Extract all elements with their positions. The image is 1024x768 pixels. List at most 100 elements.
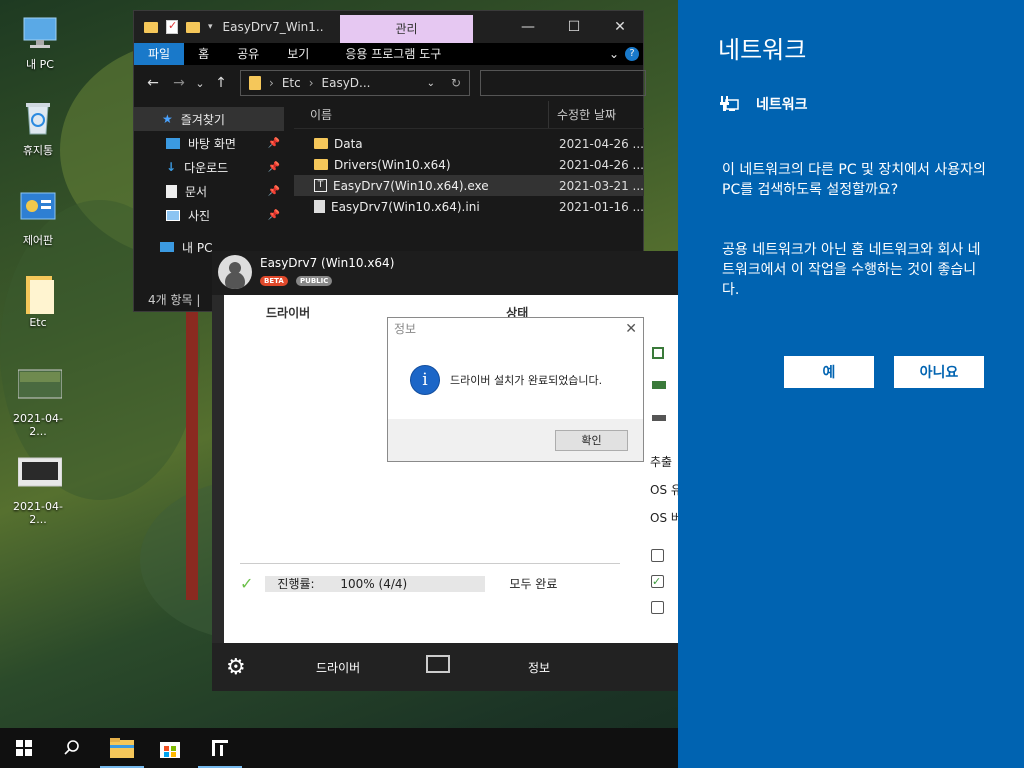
address-bar[interactable]: › Etc › EasyD... ⌄ ↻ [240, 70, 470, 96]
recent-locations-button[interactable]: ⌄ [192, 77, 208, 90]
minimize-button[interactable]: — [505, 11, 551, 43]
status-bar: 4개 항목 | [148, 293, 201, 307]
progress-status: 모두 완료 [509, 577, 558, 591]
chevron-down-icon[interactable]: ⌄ [609, 43, 619, 65]
ok-button[interactable]: 확인 [555, 430, 628, 451]
properties-icon[interactable]: ✓ [166, 19, 178, 34]
address-dropdown-icon[interactable]: ⌄ [427, 78, 435, 89]
tab-view[interactable]: 보기 [273, 43, 323, 65]
driver-tab[interactable]: 드라이버 [316, 659, 360, 676]
desktop-icon-recycle-bin[interactable]: 휴지통 [6, 98, 70, 158]
file-row[interactable]: Drivers(Win10.x64) 2021-04-26 ... [294, 154, 644, 175]
breadcrumb-item[interactable]: Etc [282, 76, 301, 90]
tab-manage[interactable]: 관리 [340, 15, 473, 43]
desktop-icon-label: 2021-04-2... [13, 500, 63, 526]
taskbar-file-explorer[interactable] [98, 728, 146, 768]
search-input[interactable] [480, 70, 646, 96]
monitor-icon[interactable] [426, 655, 450, 673]
dialog-title-bar[interactable]: 정보 ✕ [388, 318, 643, 340]
store-icon [160, 742, 180, 758]
avatar[interactable] [218, 255, 252, 289]
pictures-icon [166, 209, 180, 221]
info-tab[interactable]: 정보 [528, 659, 550, 676]
close-button[interactable]: ✕ [597, 11, 643, 43]
desktop-icon-label: 2021-04-2... [13, 412, 63, 438]
desktop-icon-control-panel[interactable]: 제어판 [6, 188, 70, 248]
sidebar-item-pictures[interactable]: 사진 📌 [134, 203, 284, 227]
file-row[interactable]: EasyDrv7(Win10.x64).ini 2021-01-16 ... [294, 196, 644, 217]
discovery-advice: 공용 네트워크가 아닌 홈 네트워크와 회사 네트워크에서 이 작업을 수행하는… [722, 242, 981, 298]
desktop-icon-label: 내 PC [26, 58, 54, 71]
info-dialog: 정보 ✕ i 드라이버 설치가 완료되었습니다. 확인 [387, 317, 644, 462]
desktop-icon-my-pc[interactable]: 내 PC [8, 12, 72, 72]
tab-share[interactable]: 공유 [223, 43, 273, 65]
pin-icon: 📌 [267, 209, 280, 221]
control-panel-icon [18, 188, 58, 228]
recycle-bin-icon [18, 98, 58, 138]
maximize-button[interactable]: ☐ [551, 11, 597, 43]
sidebar-item-desktop[interactable]: 바탕 화면 📌 [134, 131, 284, 155]
tab-home[interactable]: 홈 [184, 43, 223, 65]
sidebar-item-label: 즐겨찾기 [180, 112, 225, 127]
network-name: 네트워크 [756, 97, 808, 113]
forward-button[interactable]: → [166, 75, 192, 91]
file-date: 2021-03-21 ... [559, 178, 644, 193]
settings-icon[interactable]: ⚙ [226, 655, 246, 680]
quick-access-dropdown-icon[interactable]: ▾ [208, 22, 213, 32]
breadcrumb-separator: › [269, 76, 274, 90]
taskbar-store[interactable] [146, 728, 194, 768]
sidebar-item-quick-access[interactable]: ★ 즐겨찾기 [134, 107, 284, 131]
monitor-icon [160, 242, 174, 252]
file-list-header: 이름 수정한 날짜 [294, 101, 644, 129]
new-folder-icon[interactable] [186, 21, 200, 33]
navigation-pane: ★ 즐겨찾기 바탕 화면 📌 ↓ 다운로드 📌 문서 📌 사진 📌 내 PC [134, 101, 284, 259]
progress-row: ✓ 진행률: 100% (4/4) 모두 완료 [240, 563, 620, 603]
progress-label: 진행률: [277, 576, 315, 591]
progress-value: 100% (4/4) [340, 576, 408, 591]
sidebar-item-label: 내 PC [182, 240, 213, 255]
document-icon [166, 184, 177, 198]
beta-badge: BETA [260, 276, 288, 286]
yes-button[interactable]: 예 [784, 356, 874, 388]
sidebar-item-documents[interactable]: 문서 📌 [134, 179, 284, 203]
up-button[interactable]: ↑ [208, 75, 234, 91]
no-button[interactable]: 아니요 [894, 356, 984, 388]
tab-app-tools[interactable]: 응용 프로그램 도구 [331, 43, 455, 65]
desktop-icon-label: 휴지통 [22, 144, 54, 157]
download-icon: ↓ [166, 160, 177, 174]
pin-icon: 📌 [267, 185, 280, 197]
public-badge: PUBLIC [296, 276, 333, 286]
folder-icon [249, 76, 261, 90]
os-label-2: OS 버 [650, 511, 678, 525]
column-header-date[interactable]: 수정한 날짜 [549, 106, 616, 123]
option-checkbox[interactable] [651, 601, 664, 614]
option-checkbox[interactable] [651, 549, 664, 562]
image-thumbnail-icon [17, 368, 63, 408]
close-icon[interactable]: ✕ [625, 318, 637, 340]
page-title: 네트워크 [718, 36, 807, 64]
file-date: 2021-04-26 ... [559, 136, 644, 151]
desktop-icon-screenshot-1[interactable]: 2021-04-2... [6, 368, 70, 438]
back-button[interactable]: ← [140, 75, 166, 91]
taskbar-easydrv[interactable] [196, 728, 244, 768]
sidebar-item-downloads[interactable]: ↓ 다운로드 📌 [134, 155, 284, 179]
file-row[interactable]: Data 2021-04-26 ... [294, 133, 644, 154]
column-header-name[interactable]: 이름 [294, 101, 549, 128]
navigation-bar: ← → ⌄ ↑ › Etc › EasyD... ⌄ ↻ [134, 65, 646, 101]
option-checkbox-checked[interactable]: ✓ [651, 575, 664, 588]
dialog-title: 정보 [394, 322, 417, 336]
desktop-icon-etc-folder[interactable]: Etc [6, 272, 70, 329]
file-row[interactable]: T EasyDrv7(Win10.x64).exe 2021-03-21 ... [294, 175, 644, 196]
search-button[interactable] [48, 728, 96, 768]
desktop-icon-label: Etc [29, 316, 47, 329]
image-thumbnail-icon [17, 456, 63, 496]
start-button[interactable] [0, 728, 48, 768]
title-bar[interactable]: ✓ ▾ EasyDrv7_Win1... 관리 — ☐ ✕ [134, 11, 643, 43]
tab-file[interactable]: 파일 [134, 43, 185, 65]
help-icon[interactable]: ? [625, 47, 639, 61]
refresh-button[interactable]: ↻ [451, 76, 461, 90]
easydrv-icon [212, 740, 228, 756]
easydrv-header[interactable]: EasyDrv7 (Win10.x64) BETA PUBLIC [212, 251, 678, 295]
desktop-icon-screenshot-2[interactable]: 2021-04-2... [6, 456, 70, 526]
breadcrumb-item[interactable]: EasyD... [322, 76, 371, 90]
